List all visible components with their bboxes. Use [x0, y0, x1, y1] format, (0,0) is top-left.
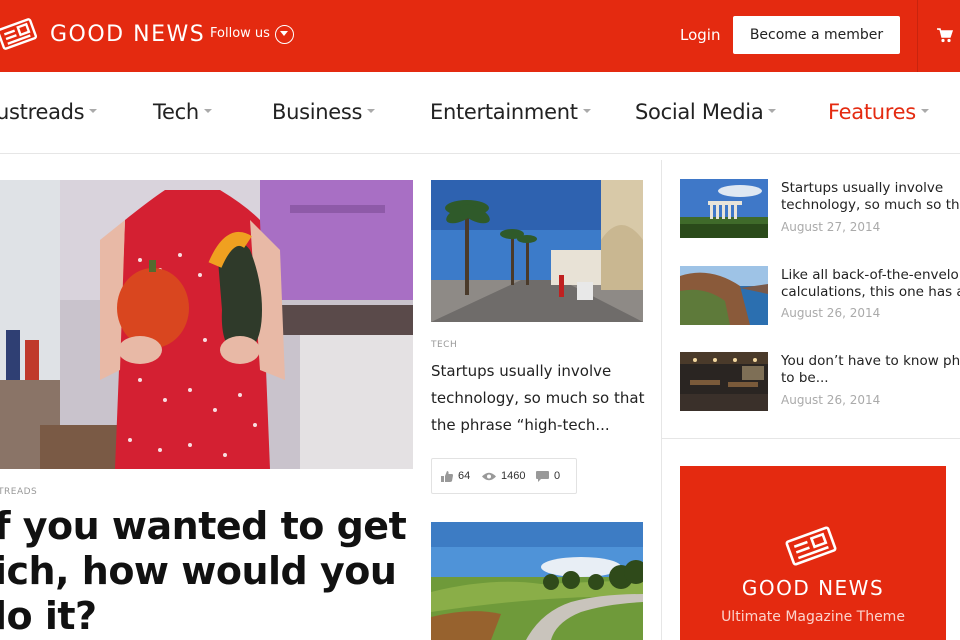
hero-category-label[interactable]: TREADS — [0, 487, 37, 497]
title-line: technology, so much so that... — [781, 197, 960, 213]
likes-count: 64 — [458, 470, 471, 482]
become-member-button[interactable]: Become a member — [733, 16, 900, 54]
nav-item-features[interactable]: Features — [828, 100, 929, 124]
thumbs-up-icon — [441, 470, 453, 482]
comment-icon — [536, 470, 549, 482]
login-link[interactable]: Login — [680, 26, 720, 44]
comments-count: 0 — [554, 470, 561, 482]
likes-stat[interactable]: 64 — [441, 470, 470, 482]
nav-item-label: Business — [272, 100, 363, 124]
eye-icon — [482, 472, 496, 480]
sidebar-post-date: August 26, 2014 — [781, 306, 881, 320]
chevron-down-icon — [203, 109, 212, 113]
nav-item-label: Entertainment — [430, 100, 578, 124]
main-nav: ustreads Tech Business Entertainment Soc… — [0, 72, 960, 154]
title-line: You don’t have to know phys — [781, 353, 960, 369]
title-line: Startups usually involve — [781, 180, 944, 196]
nav-item-label: Tech — [153, 100, 199, 124]
ad-brand-name: GOOD NEWS — [741, 576, 885, 600]
brand-name[interactable]: GOOD NEWS — [50, 22, 205, 47]
sidebar-post-title[interactable]: You don’t have to know phys to be... — [781, 353, 960, 387]
topbar-divider — [917, 0, 918, 72]
second-article-image[interactable] — [431, 522, 643, 640]
hero-image[interactable] — [0, 180, 413, 469]
mid-category-label[interactable]: TECH — [431, 340, 457, 350]
chevron-down-icon — [367, 109, 376, 113]
sidebar-post-thumbnail[interactable] — [680, 179, 768, 238]
top-bar: GOOD NEWS Follow us Login Become a membe… — [0, 0, 960, 72]
ad-subtitle: Ultimate Magazine Theme — [721, 609, 905, 625]
sidebar-post-date: August 26, 2014 — [781, 393, 881, 407]
chevron-down-icon — [920, 109, 929, 113]
article-stats: 64 1460 0 — [431, 458, 577, 494]
views-stat: 1460 — [482, 470, 525, 482]
nav-item-social-media[interactable]: Social Media — [635, 100, 777, 124]
nav-item-mustreads[interactable]: ustreads — [0, 100, 98, 124]
title-line: calculations, this one has a... — [781, 284, 960, 300]
newspaper-logo-icon[interactable] — [0, 14, 40, 54]
cart-icon[interactable] — [937, 28, 960, 44]
chevron-down-icon — [89, 109, 98, 113]
chevron-down-icon — [768, 109, 777, 113]
mid-article-title[interactable]: Startups usually involve technology, so … — [431, 358, 651, 439]
sidebar-divider — [662, 438, 960, 439]
chevron-down-icon — [582, 109, 591, 113]
comments-stat[interactable]: 0 — [536, 470, 560, 482]
sidebar-post-date: August 27, 2014 — [781, 220, 881, 234]
nav-item-tech[interactable]: Tech — [153, 100, 212, 124]
title-line: to be... — [781, 370, 829, 386]
newspaper-logo-icon — [781, 524, 841, 573]
sidebar-post-thumbnail[interactable] — [680, 266, 768, 325]
sidebar-post-title[interactable]: Like all back-of-the-envelope calculation… — [781, 267, 960, 301]
nav-item-label: ustreads — [0, 100, 85, 124]
sidebar-post-thumbnail[interactable] — [680, 352, 768, 411]
views-count: 1460 — [501, 470, 526, 482]
nav-item-entertainment[interactable]: Entertainment — [430, 100, 591, 124]
hero-title[interactable]: f you wanted to get ich, how would you l… — [0, 504, 414, 639]
mid-article-image[interactable] — [431, 180, 643, 322]
nav-item-label: Features — [828, 100, 916, 124]
nav-item-label: Social Media — [635, 100, 764, 124]
nav-item-business[interactable]: Business — [272, 100, 376, 124]
title-line: Like all back-of-the-envelope — [781, 267, 960, 283]
sidebar-post-title[interactable]: Startups usually involve technology, so m… — [781, 180, 960, 214]
magazine-ad-banner[interactable]: GOOD NEWS Ultimate Magazine Theme — [680, 466, 946, 640]
follow-dropdown-icon[interactable] — [275, 25, 294, 44]
follow-us-label[interactable]: Follow us — [210, 26, 270, 41]
column-divider — [661, 160, 662, 640]
